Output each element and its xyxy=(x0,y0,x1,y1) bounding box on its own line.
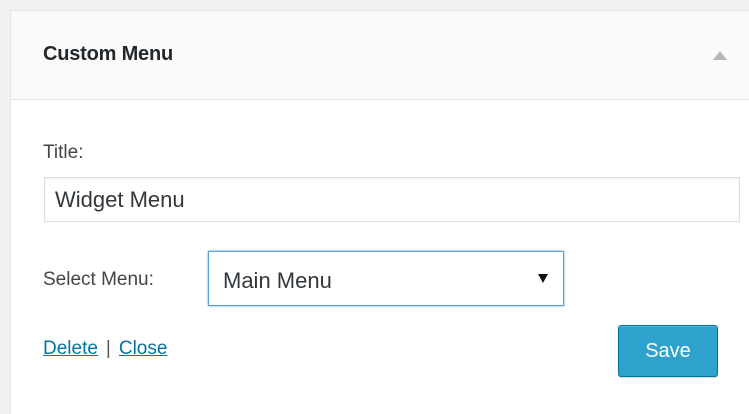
save-button[interactable]: Save xyxy=(618,325,718,377)
menu-select[interactable]: Main Menu xyxy=(208,251,564,306)
dropdown-arrow-icon xyxy=(538,274,548,283)
title-input[interactable] xyxy=(44,177,740,222)
close-link[interactable]: Close xyxy=(119,338,168,359)
menu-select-value: Main Menu xyxy=(223,268,332,293)
collapse-arrow-icon[interactable] xyxy=(713,51,727,60)
delete-link[interactable]: Delete xyxy=(43,338,98,359)
link-separator: | xyxy=(105,338,111,359)
widget-header[interactable]: Custom Menu xyxy=(11,11,749,100)
widget-control-links: Delete | Close xyxy=(43,338,167,360)
select-menu-label: Select Menu: xyxy=(43,269,154,290)
widget-title: Custom Menu xyxy=(43,43,174,65)
title-label: Title: xyxy=(43,142,84,163)
